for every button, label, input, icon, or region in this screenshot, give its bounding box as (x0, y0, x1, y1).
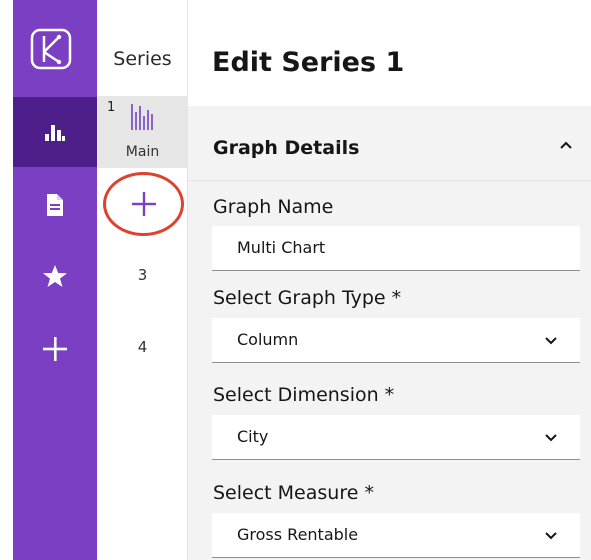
graph-type-value: Column (237, 330, 299, 349)
star-icon (43, 265, 67, 287)
app-rail (0, 0, 97, 560)
plus-icon (43, 337, 67, 361)
editor-panel: Edit Series 1 Graph Details Graph Name M… (188, 0, 591, 560)
rail-item-add[interactable] (13, 314, 97, 384)
k-logo-icon[interactable] (29, 27, 73, 71)
dimension-select[interactable]: City (212, 415, 580, 460)
series-number: 1 (107, 100, 116, 115)
measure-select[interactable]: Gross Rentable (212, 513, 580, 558)
graph-name-label: Graph Name (213, 196, 334, 218)
graph-details-header[interactable]: Graph Details (188, 106, 591, 181)
rail-item-charts[interactable] (13, 97, 97, 167)
series-panel: Series 1 Main 3 4 (97, 0, 188, 560)
measure-value: Gross Rentable (237, 525, 359, 544)
series-item-1[interactable]: 1 Main (97, 96, 188, 168)
chevron-up-icon[interactable] (559, 140, 573, 150)
rail-item-favorites[interactable] (13, 241, 97, 311)
rail-edge (0, 0, 13, 560)
series-item-3[interactable]: 3 (97, 266, 188, 284)
highlight-ring (103, 172, 184, 236)
chart-icon (45, 125, 65, 141)
column-chart-icon (131, 104, 153, 130)
dimension-value: City (237, 427, 269, 446)
graph-name-input[interactable]: Multi Chart (212, 226, 580, 271)
rail-item-documents[interactable] (13, 170, 97, 240)
chevron-down-icon (545, 532, 557, 540)
measure-label: Select Measure * (213, 482, 374, 504)
document-icon (47, 194, 63, 216)
page-title: Edit Series 1 (212, 47, 405, 78)
section-title: Graph Details (213, 137, 360, 159)
chevron-down-icon (545, 434, 557, 442)
graph-name-value: Multi Chart (237, 238, 326, 257)
dimension-label: Select Dimension * (213, 384, 395, 406)
chevron-down-icon (545, 337, 557, 345)
graph-type-select[interactable]: Column (212, 318, 580, 363)
series-item-label: Main (125, 144, 160, 160)
graph-details-section: Graph Details Graph Name Multi Chart Sel… (188, 106, 591, 560)
graph-type-label: Select Graph Type * (213, 287, 402, 309)
series-item-4[interactable]: 4 (97, 338, 188, 356)
add-series-button[interactable] (103, 172, 184, 236)
series-title: Series (113, 48, 172, 70)
